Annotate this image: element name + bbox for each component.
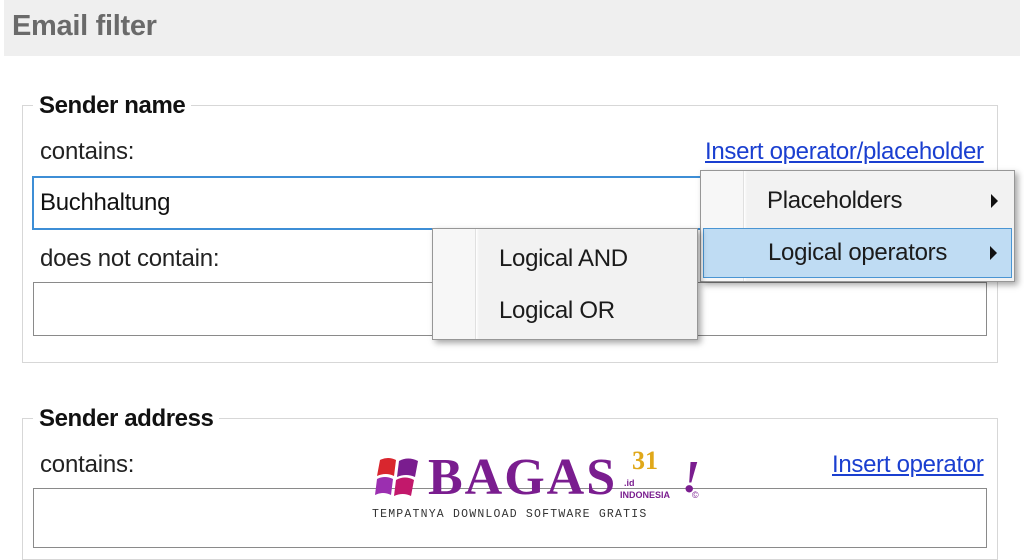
menu-item-logical-and-label: Logical AND	[499, 245, 628, 272]
watermark-copyright: ©	[692, 490, 699, 500]
submenu-arrow-icon	[991, 194, 998, 208]
watermark-domain: .id	[624, 478, 635, 488]
sender-name-not-contains-label: does not contain:	[40, 245, 220, 272]
menu-item-logical-and[interactable]: Logical AND	[435, 234, 695, 284]
logical-operators-submenu: Logical AND Logical OR	[432, 228, 698, 340]
menu-item-logical-operators-label: Logical operators	[768, 239, 948, 266]
insert-operator-link[interactable]: Insert operator	[832, 451, 984, 479]
sender-name-contains-label: contains:	[40, 138, 135, 165]
section-header: Email filter	[4, 0, 1020, 56]
menu-item-placeholders-label: Placeholders	[767, 187, 903, 214]
section-title: Email filter	[12, 10, 157, 42]
insert-context-menu: Placeholders Logical operators	[700, 170, 1015, 282]
sender-name-contains-input[interactable]: Buchhaltung	[32, 176, 732, 230]
menu-item-placeholders[interactable]: Placeholders	[703, 176, 1012, 226]
sender-name-contains-value: Buchhaltung	[40, 189, 171, 216]
sender-name-legend: Sender name	[33, 92, 192, 120]
watermark-number: 31	[632, 446, 658, 475]
sender-address-legend: Sender address	[33, 405, 220, 433]
submenu-arrow-icon	[990, 246, 997, 260]
menu-item-logical-operators[interactable]: Logical operators	[703, 228, 1012, 278]
menu-item-logical-or-label: Logical OR	[499, 297, 615, 324]
watermark-tagline: TEMPATNYA DOWNLOAD SOFTWARE GRATIS	[372, 508, 648, 521]
insert-operator-placeholder-link[interactable]: Insert operator/placeholder	[705, 138, 984, 166]
sender-address-contains-label: contains:	[40, 451, 135, 478]
watermark-brand: BAGAS	[428, 449, 618, 506]
watermark-logo: BAGAS 31 ! .id INDONESIA © TEMPATNYA DOW…	[370, 446, 710, 526]
watermark-country: INDONESIA	[620, 490, 671, 500]
windows-flag-icon	[375, 458, 418, 496]
menu-item-logical-or[interactable]: Logical OR	[435, 286, 695, 336]
